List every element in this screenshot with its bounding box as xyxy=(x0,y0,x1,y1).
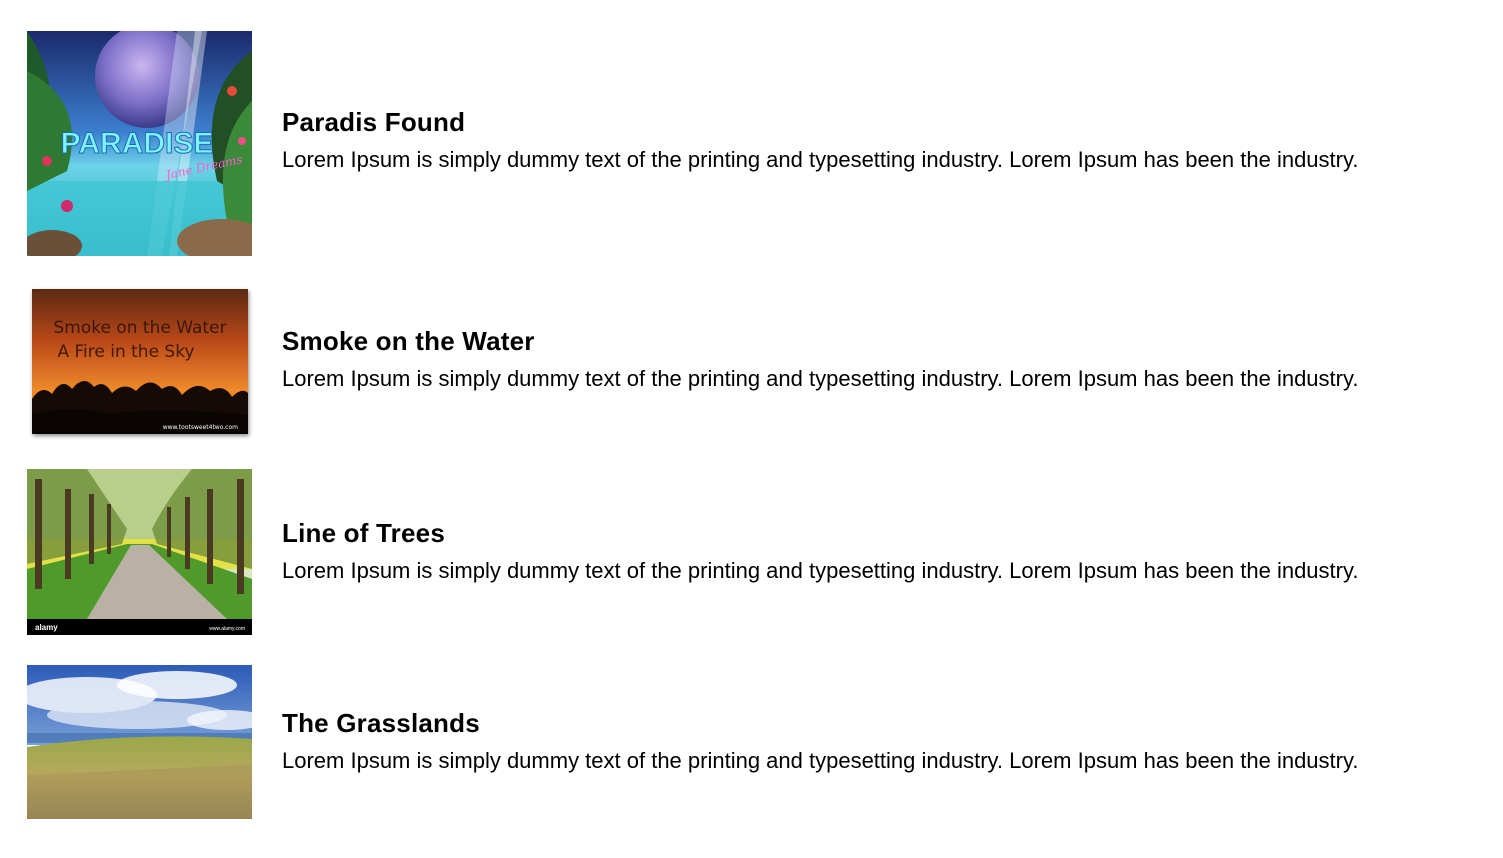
trees-watermark: alamy xyxy=(35,623,58,632)
list-item[interactable]: alamy www.alamy.com Line of Trees Lorem … xyxy=(27,469,1487,635)
smoke-overlay-line1: Smoke on the Water xyxy=(54,318,227,338)
trees-credit: www.alamy.com xyxy=(209,626,245,632)
smoke-overlay-line2: A Fire in the Sky xyxy=(57,342,194,362)
smoke-credit: www.tootsweet4two.com xyxy=(163,424,238,431)
list-item[interactable]: PARADISE Jane Dreams Paradis Found Lorem… xyxy=(27,31,1487,256)
item-description: Lorem Ipsum is simply dummy text of the … xyxy=(282,147,1359,172)
paradise-overlay-text: PARADISE xyxy=(61,127,214,160)
item-description: Lorem Ipsum is simply dummy text of the … xyxy=(282,366,1359,391)
list-item[interactable]: The Grasslands Lorem Ipsum is simply dum… xyxy=(27,665,1487,819)
item-title[interactable]: Paradis Found xyxy=(282,107,1358,137)
item-title[interactable]: The Grasslands xyxy=(282,708,1358,738)
item-title[interactable]: Smoke on the Water xyxy=(282,326,1358,356)
item-description: Lorem Ipsum is simply dummy text of the … xyxy=(282,748,1359,773)
smoke-on-the-water-thumbnail[interactable]: Smoke on the Water A Fire in the Sky www… xyxy=(32,289,248,434)
grasslands-thumbnail[interactable] xyxy=(27,665,252,819)
item-title[interactable]: Line of Trees xyxy=(282,518,1358,548)
list-item[interactable]: Smoke on the Water A Fire in the Sky www… xyxy=(27,285,1487,435)
item-description: Lorem Ipsum is simply dummy text of the … xyxy=(282,558,1359,583)
paradise-thumbnail[interactable]: PARADISE Jane Dreams xyxy=(27,31,252,256)
line-of-trees-thumbnail[interactable]: alamy www.alamy.com xyxy=(27,469,252,635)
